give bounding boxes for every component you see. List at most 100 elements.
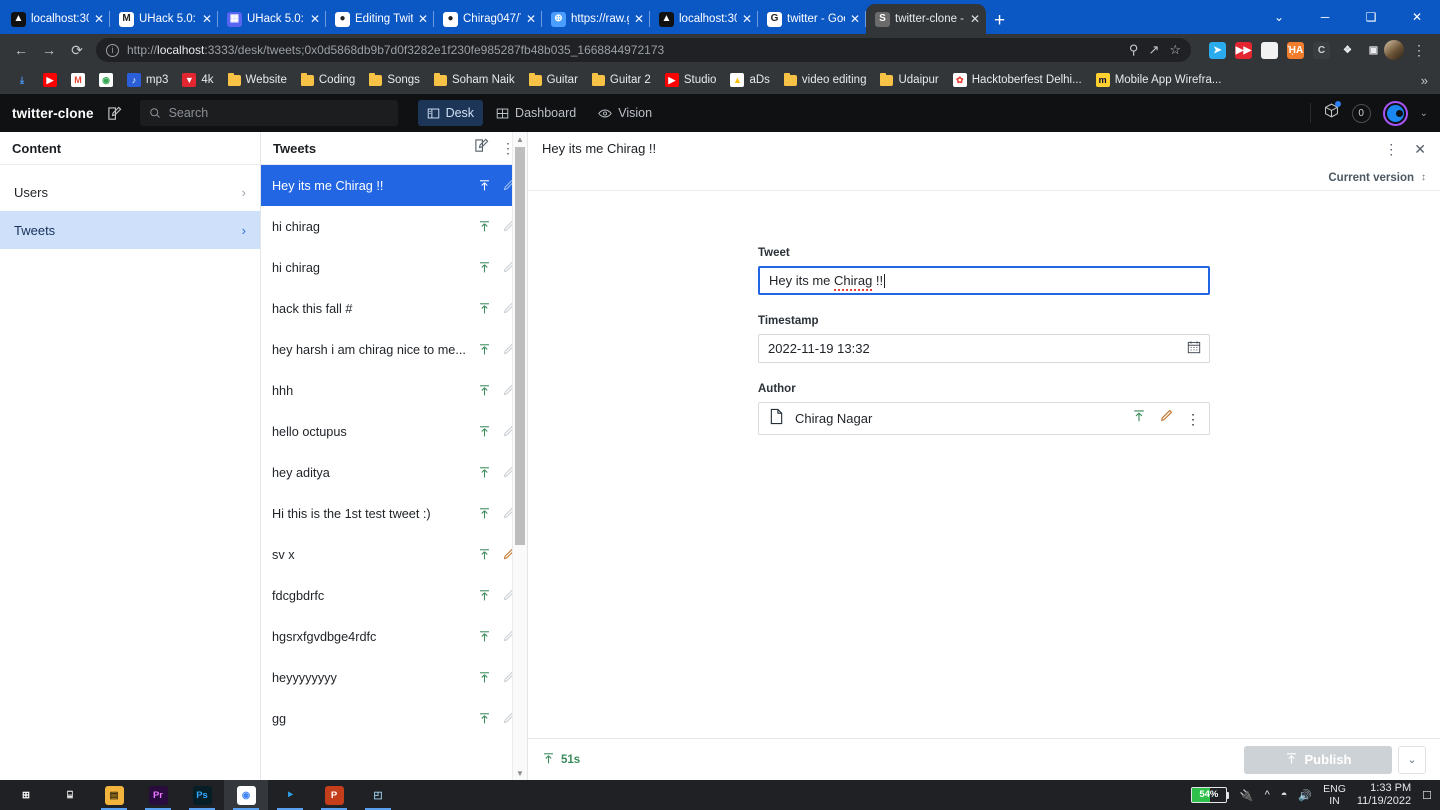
calendar-icon[interactable] [1187,340,1201,357]
browser-tab-close-icon[interactable]: ✕ [850,12,860,26]
list-item[interactable]: Hi this is the 1st test tweet :) [261,493,527,534]
publish-arrow-icon[interactable] [475,589,493,602]
forward-button[interactable]: → [36,37,62,63]
language-indicator[interactable]: ENG IN [1323,783,1346,807]
publish-arrow-icon[interactable] [475,261,493,274]
scrollbar-thumb[interactable] [515,147,525,545]
telegram-extension[interactable]: ➤ [1209,41,1226,59]
browser-tab[interactable]: ● Chirag047/Tw ✕ [434,4,542,34]
browser-tab[interactable]: ▦ UHack 5.0: Da ✕ [218,4,326,34]
bookmark-item[interactable]: ✿ Hacktoberfest Delhi... [946,73,1089,87]
bookmark-item[interactable]: ▼ 4k [175,73,220,87]
publish-arrow-icon[interactable] [475,343,493,356]
bookmark-item[interactable]: Songs [362,72,427,86]
publish-arrow-icon[interactable] [475,302,493,315]
bookmark-item[interactable]: ▶ Studio [658,73,724,87]
scroll-up-arrow[interactable]: ▲ [513,132,527,146]
bookmark-item[interactable]: Guitar 2 [585,72,658,86]
publish-arrow-icon[interactable] [475,220,493,233]
file-explorer[interactable]: ▤ [92,780,136,810]
browser-tab-close-icon[interactable]: ✕ [970,12,980,26]
notepad[interactable]: ◰ [356,780,400,810]
sidebar-item-users[interactable]: Users › [0,173,260,211]
browser-tab-close-icon[interactable]: ✕ [310,12,320,26]
version-bar[interactable]: Current version ↕ [528,165,1440,191]
bookmark-item[interactable]: Udaipur [873,72,945,86]
premiere-pro[interactable]: Pr [136,780,180,810]
publish-arrow-icon[interactable] [475,466,493,479]
back-button[interactable]: ← [8,37,34,63]
puzzle-extensions-icon[interactable]: ❖ [1339,41,1356,59]
photoshop[interactable]: Ps [180,780,224,810]
window-close-button[interactable]: ✕ [1394,10,1440,24]
browser-tab[interactable]: M UHack 5.0: Re ✕ [110,4,218,34]
list-item[interactable]: gg [261,698,527,739]
tweet-input[interactable]: Hey its me Chirag !! [758,266,1210,295]
tab-vision[interactable]: Vision [589,100,661,126]
bookmark-item[interactable]: ▲ aDs [723,73,776,87]
star-icon[interactable]: ☆ [1169,42,1181,58]
publish-arrow-icon[interactable] [475,425,493,438]
publish-arrow-icon[interactable] [475,384,493,397]
user-avatar[interactable] [1382,100,1408,126]
site-info-icon[interactable]: i [106,43,119,57]
close-icon[interactable]: ✕ [1414,142,1426,156]
chrome-profile-avatar[interactable] [1384,40,1404,60]
wifi-icon[interactable]: ◓ [1281,789,1288,801]
window-minimize-extra-button[interactable]: ⌄ [1256,10,1302,24]
bookmark-item[interactable]: ◉ [92,73,120,87]
chrome-menu-button[interactable]: ⋮ [1406,37,1432,63]
notifications-badge[interactable]: 0 [1351,103,1371,123]
tab-desk[interactable]: Desk [417,100,484,126]
scroll-down-arrow[interactable]: ▼ [513,766,527,780]
browser-tab-close-icon[interactable]: ✕ [94,12,104,26]
list-item[interactable]: hey aditya [261,452,527,493]
bookmark-item[interactable]: video editing [777,72,874,86]
browser-tab[interactable]: S twitter-clone - ✕ [866,4,986,34]
notifications-icon[interactable]: ☐ [1422,789,1432,802]
share-icon[interactable]: ↗ [1148,42,1159,58]
browser-tab-close-icon[interactable]: ✕ [742,12,752,26]
bookmark-item[interactable]: Guitar [522,72,585,86]
colorzilla-extension[interactable]: C [1313,41,1330,59]
list-item[interactable]: hello octupus [261,411,527,452]
publish-arrow-icon[interactable] [475,507,493,520]
window-minimize-button[interactable]: ─ [1302,10,1348,24]
publish-arrow-icon[interactable] [475,548,493,561]
window-maximize-button[interactable]: ❑ [1348,10,1394,24]
edit-pencil-icon[interactable] [1159,409,1173,428]
list-item[interactable]: hgsrxfgvdbge4rdfc [261,616,527,657]
browser-tab[interactable]: ▲ localhost:3000 ✕ [2,4,110,34]
tab-dashboard[interactable]: Dashboard [487,100,585,126]
compose-icon[interactable] [104,102,126,124]
browser-tab-close-icon[interactable]: ✕ [202,12,212,26]
powerpoint[interactable]: P [312,780,356,810]
browser-tab[interactable]: ▲ localhost:3000 ✕ [650,4,758,34]
list-item[interactable]: heyyyyyyyy [261,657,527,698]
publish-button[interactable]: Publish [1244,745,1392,774]
bookmark-item[interactable]: Coding [294,72,362,86]
video-downloader-extension[interactable]: ▶▶ [1235,41,1252,59]
timestamp-input[interactable]: 2022-11-19 13:32 [758,334,1210,363]
publish-arrow-icon[interactable] [475,179,493,192]
tweets-scrollbar[interactable]: ▲ ▼ [512,132,527,780]
list-item[interactable]: hey harsh i am chirag nice to me... [261,329,527,370]
browser-tab[interactable]: G twitter - Goog ✕ [758,4,866,34]
more-vertical-icon[interactable]: ⋮ [1384,142,1398,156]
reload-button[interactable]: ⟳ [64,37,90,63]
task-view-button[interactable]: ⌸ [48,780,92,810]
google-chrome[interactable]: ◉ [224,780,268,810]
bookmark-item[interactable]: M [64,73,92,87]
publish-options-button[interactable]: ⌄ [1398,745,1426,774]
bookmark-item[interactable]: ♪ mp3 [120,73,175,87]
package-icon[interactable] [1323,101,1341,124]
chevron-updown-icon[interactable]: ↕ [1421,172,1426,183]
battery-indicator[interactable]: 54% [1190,787,1229,803]
browser-tab-close-icon[interactable]: ✕ [526,12,536,26]
vs-code[interactable]: ⯈ [268,780,312,810]
fox-extension[interactable]: ᾘA [1287,41,1304,59]
show-hidden-icons-chevron[interactable]: ^ [1265,789,1270,801]
list-item[interactable]: hhh [261,370,527,411]
browser-tab-close-icon[interactable]: ✕ [634,12,644,26]
start-button[interactable]: ⊞ [4,780,48,810]
